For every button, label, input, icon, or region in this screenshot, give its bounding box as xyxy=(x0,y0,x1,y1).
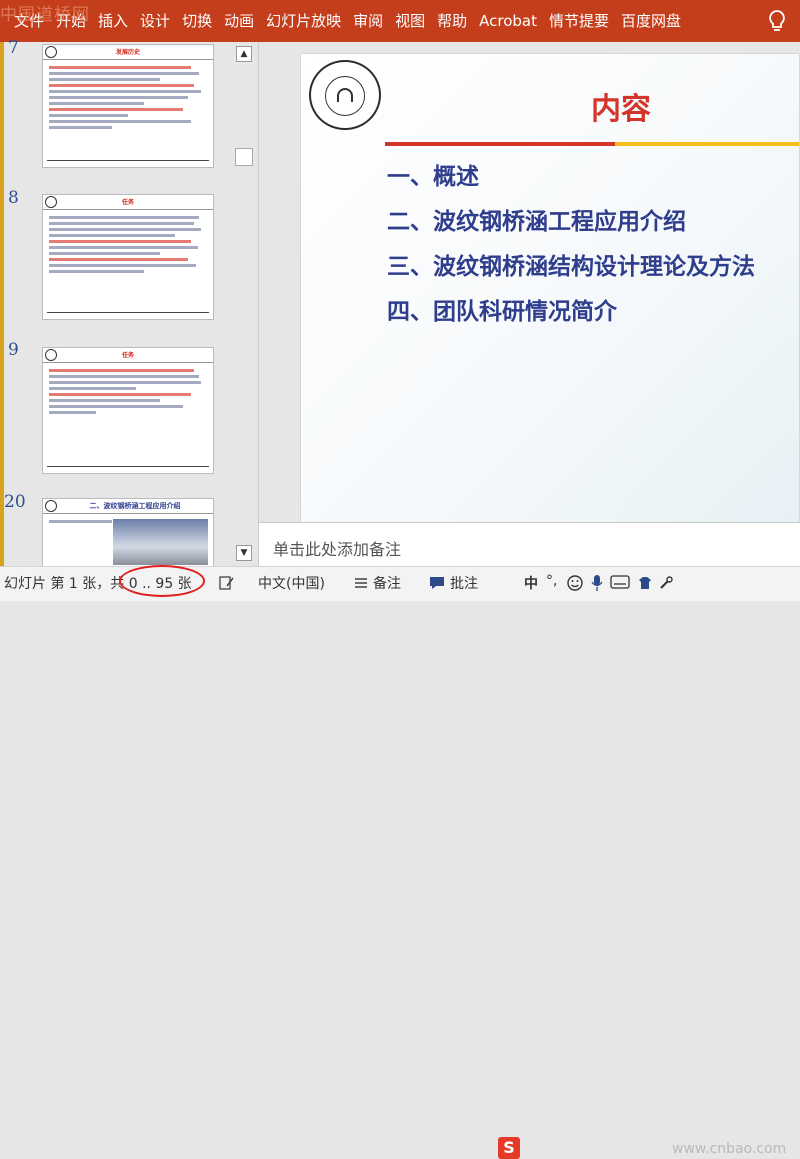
thumb-number: 20 xyxy=(4,492,26,512)
lightbulb-icon[interactable] xyxy=(764,8,790,34)
title-underline-yellow xyxy=(615,142,799,146)
site-watermark-bottom: www.cnbao.com xyxy=(672,1141,787,1157)
notes-icon xyxy=(355,578,367,588)
thumb-title: 发展历史 xyxy=(115,49,140,56)
slide-title[interactable]: 内容 xyxy=(591,84,651,128)
thumb-number: 7 xyxy=(8,38,19,58)
slide-thumbnail-8[interactable]: 任务 xyxy=(42,194,214,320)
thumb-number: 9 xyxy=(8,340,19,360)
thumb-title: 二、波纹钢桥涵工程应用介绍 xyxy=(89,502,181,510)
thumb-footer-line xyxy=(47,160,209,161)
tab-review[interactable]: 审阅 xyxy=(347,0,389,42)
ribbon-tabs: 文件 开始 插入 设计 切换 动画 幻灯片放映 审阅 视图 帮助 Acrobat… xyxy=(0,0,800,42)
scroll-down-button[interactable]: ▼ xyxy=(236,545,252,561)
thumb-footer-line xyxy=(47,466,209,467)
sogou-ime-icon[interactable]: S xyxy=(498,1137,520,1159)
keyboard-icon[interactable] xyxy=(610,575,630,589)
tab-view[interactable]: 视图 xyxy=(389,0,431,42)
title-underline-red xyxy=(385,142,615,146)
emoji-icon[interactable] xyxy=(566,574,584,592)
thumb-footer-line xyxy=(47,312,209,313)
thumb-number: 8 xyxy=(8,188,19,208)
tab-help[interactable]: 帮助 xyxy=(431,0,473,42)
scroll-up-button[interactable]: ▲ xyxy=(236,46,252,62)
thumbnail-scrollbar[interactable]: ▲ ▼ xyxy=(232,42,256,566)
notes-pane[interactable]: 单击此处添加备注 xyxy=(259,522,800,567)
thumb-text-lines xyxy=(49,63,207,132)
thumb-title: 任务 xyxy=(121,199,134,206)
language-indicator[interactable]: 中文(中国) xyxy=(258,573,325,593)
thumb-text-lines xyxy=(49,366,207,417)
current-slide[interactable]: 内容 一、概述 二、波纹钢桥涵工程应用介绍 三、波纹钢桥涵结构设计理论及方法 四… xyxy=(301,54,799,522)
slide-thumbnail-20[interactable]: 二、波纹钢桥涵工程应用介绍 xyxy=(42,498,214,568)
site-watermark: 中国道桥网 xyxy=(0,5,90,25)
accessibility-check-icon[interactable] xyxy=(218,574,236,592)
notes-placeholder: 单击此处添加备注 xyxy=(273,540,402,559)
tab-insert[interactable]: 插入 xyxy=(92,0,134,42)
notes-button[interactable]: 备注 xyxy=(373,573,401,593)
tab-acrobat[interactable]: Acrobat xyxy=(473,0,543,42)
slide-editor: 内容 一、概述 二、波纹钢桥涵工程应用介绍 三、波纹钢桥涵结构设计理论及方法 四… xyxy=(258,42,800,567)
microphone-icon[interactable] xyxy=(590,574,604,592)
tab-slideshow[interactable]: 幻灯片放映 xyxy=(260,0,347,42)
content-item: 二、波纹钢桥涵工程应用介绍 xyxy=(387,208,686,235)
tab-baidu-netdisk[interactable]: 百度网盘 xyxy=(615,0,687,42)
scroll-thumb[interactable] xyxy=(235,148,253,166)
university-logo-icon xyxy=(45,500,57,512)
ime-punctuation-icon[interactable]: °, xyxy=(546,573,557,589)
slide-thumbnail-7[interactable]: 发展历史 xyxy=(42,44,214,168)
highlight-circle xyxy=(119,565,205,597)
thumb-text-lines xyxy=(49,213,207,276)
slide-thumbnail-9[interactable]: 任务 xyxy=(42,347,214,474)
slide-thumbnails-pane: 7 发展历史 8 任务 9 任务 20 二、波纹钢桥涵工程应用介绍 xyxy=(0,38,258,568)
university-seal-icon xyxy=(309,60,381,130)
comments-button[interactable]: 批注 xyxy=(450,573,478,593)
thumb-title: 任务 xyxy=(121,352,134,359)
content-item: 四、团队科研情况简介 xyxy=(387,298,617,325)
tab-animations[interactable]: 动画 xyxy=(218,0,260,42)
comment-icon xyxy=(430,577,444,589)
tools-icon[interactable] xyxy=(658,575,674,591)
content-item: 三、波纹钢桥涵结构设计理论及方法 xyxy=(387,253,755,280)
tab-storyboard[interactable]: 情节提要 xyxy=(543,0,615,42)
tab-design[interactable]: 设计 xyxy=(134,0,176,42)
ime-mode[interactable]: 中 xyxy=(524,573,538,593)
tab-transitions[interactable]: 切换 xyxy=(176,0,218,42)
thumb-photo xyxy=(113,519,208,565)
skin-icon[interactable] xyxy=(636,574,654,592)
content-list[interactable]: 一、概述 二、波纹钢桥涵工程应用介绍 三、波纹钢桥涵结构设计理论及方法 四、团队… xyxy=(387,154,755,334)
content-item: 一、概述 xyxy=(387,163,479,190)
